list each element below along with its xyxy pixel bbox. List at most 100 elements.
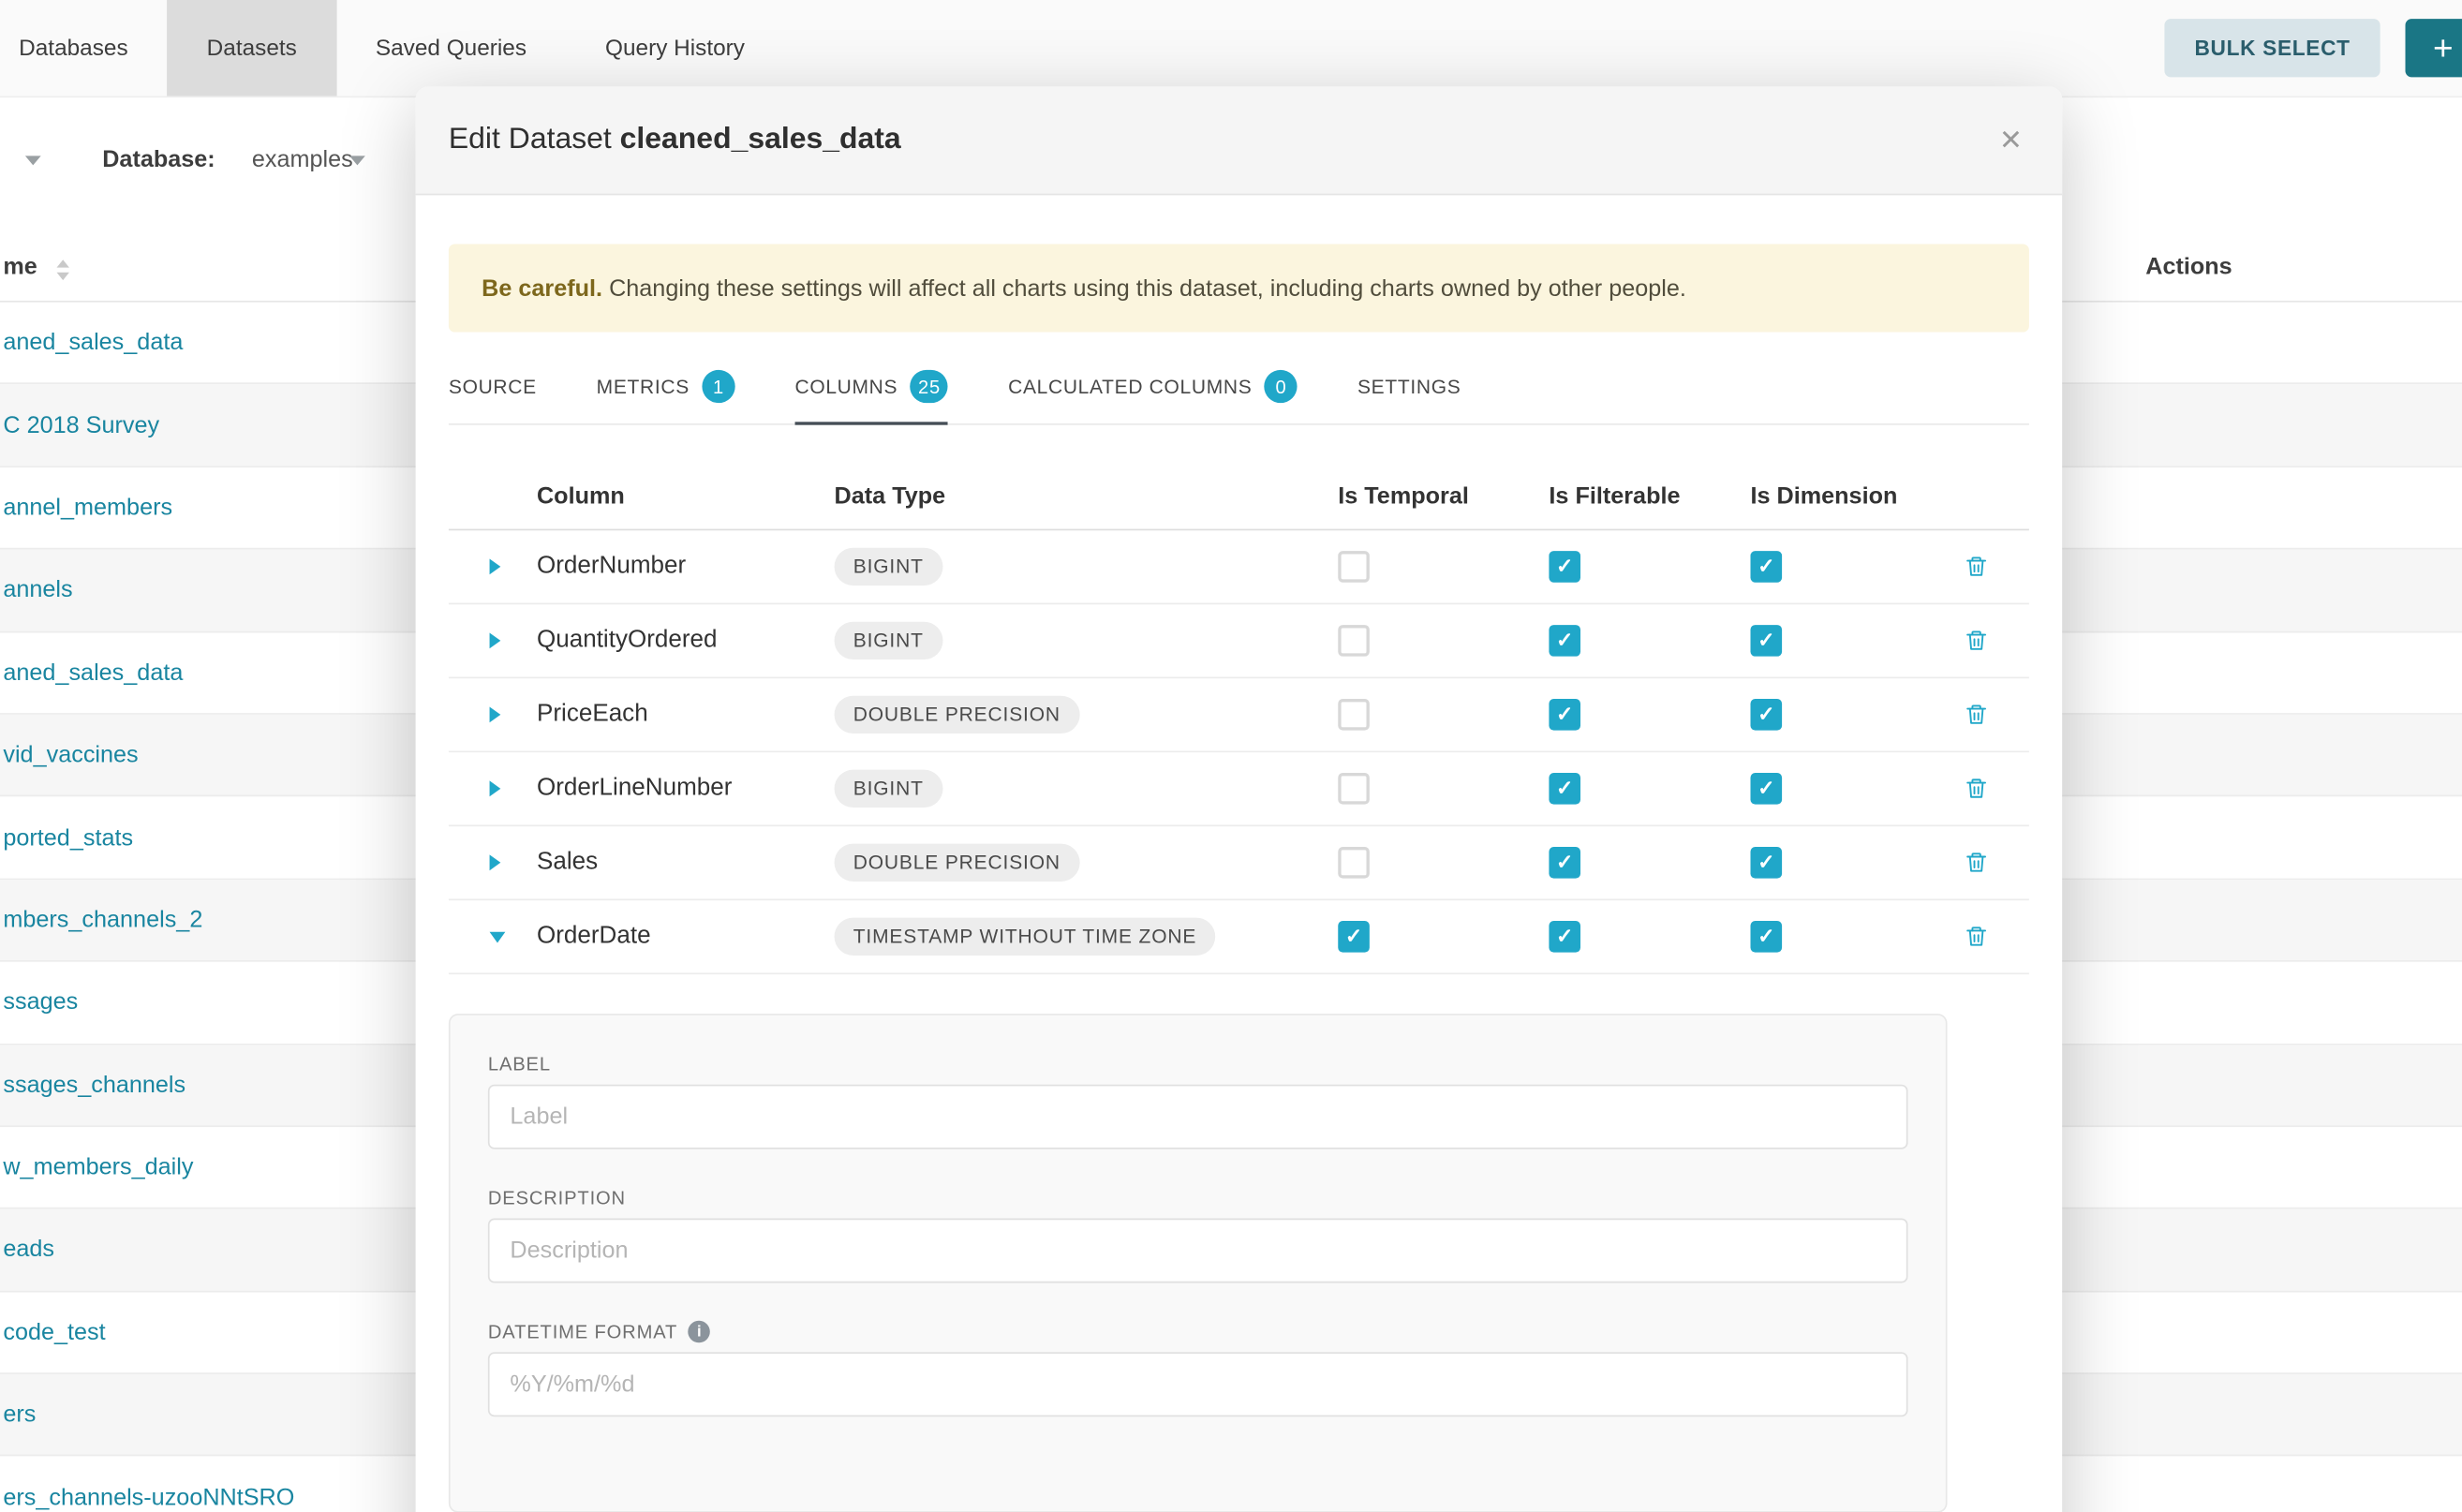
columns-table-header: Column Data Type Is Temporal Is Filterab… — [449, 463, 2029, 530]
close-icon[interactable]: ✕ — [1993, 117, 2029, 163]
is-filterable-checkbox[interactable]: ✓ — [1549, 625, 1580, 657]
data-type-pill: BIGINT — [835, 622, 942, 660]
top-nav: DatabasesDatasetsSaved QueriesQuery Hist… — [0, 0, 2462, 97]
dataset-link[interactable]: C 2018 Survey — [3, 412, 159, 439]
data-type-pill: DOUBLE PRECISION — [835, 844, 1080, 882]
columns-table: Column Data Type Is Temporal Is Filterab… — [449, 463, 2029, 974]
database-filter-label: Database: — [102, 146, 215, 173]
dataset-link[interactable]: ssages — [3, 989, 78, 1016]
delete-column-icon[interactable] — [1965, 924, 1988, 949]
dataset-link[interactable]: ported_stats — [3, 824, 133, 852]
expand-caret-icon[interactable] — [490, 632, 501, 648]
is-filterable-checkbox[interactable]: ✓ — [1549, 699, 1580, 731]
sort-icons[interactable] — [56, 259, 68, 280]
delete-column-icon[interactable] — [1965, 628, 1988, 653]
is-temporal-checkbox[interactable] — [1338, 625, 1370, 657]
nav-item-datasets[interactable]: Datasets — [168, 0, 336, 96]
is-temporal-checkbox[interactable] — [1338, 773, 1370, 805]
data-type-header: Data Type — [835, 482, 1329, 510]
label-input[interactable] — [488, 1085, 1908, 1149]
actions-column-header: Actions — [2145, 254, 2232, 281]
column-name: PriceEach — [537, 701, 835, 729]
description-input[interactable] — [488, 1219, 1908, 1283]
add-dataset-button[interactable]: + — [2405, 19, 2461, 77]
collapse-caret-icon[interactable] — [490, 931, 506, 942]
tab-metrics[interactable]: METRICS1 — [597, 354, 735, 423]
is-temporal-checkbox[interactable] — [1338, 699, 1370, 731]
expand-caret-icon[interactable] — [490, 559, 501, 575]
datetime-format-label-text: DATETIME FORMAT — [488, 1321, 677, 1343]
dataset-link[interactable]: eads — [3, 1237, 54, 1264]
is-dimension-checkbox[interactable]: ✓ — [1750, 921, 1782, 953]
datetime-format-input[interactable] — [488, 1352, 1908, 1416]
warning-bold: Be careful. — [482, 274, 602, 302]
nav-actions: BULK SELECT + — [2165, 19, 2462, 77]
tab-columns[interactable]: COLUMNS25 — [794, 354, 948, 423]
dataset-link[interactable]: annels — [3, 577, 72, 604]
info-icon[interactable]: i — [689, 1321, 711, 1343]
bulk-select-button[interactable]: BULK SELECT — [2165, 19, 2380, 77]
dataset-link[interactable]: annel_members — [3, 495, 172, 522]
nav-item-query-history[interactable]: Query History — [566, 0, 784, 96]
data-type-pill: TIMESTAMP WITHOUT TIME ZONE — [835, 918, 1216, 956]
data-type-pill: BIGINT — [835, 548, 942, 586]
is-temporal-checkbox[interactable] — [1338, 847, 1370, 879]
column-row: OrderLineNumberBIGINT✓✓ — [449, 752, 2029, 826]
dataset-link[interactable]: ssages_channels — [3, 1072, 185, 1099]
tab-settings[interactable]: SETTINGS — [1357, 354, 1461, 423]
dataset-link[interactable]: code_test — [3, 1319, 105, 1346]
nav-items: DatabasesDatasetsSaved QueriesQuery Hist… — [0, 0, 784, 96]
delete-column-icon[interactable] — [1965, 850, 1988, 875]
nav-item-saved-queries[interactable]: Saved Queries — [336, 0, 566, 96]
tab-calculated-columns[interactable]: CALCULATED COLUMNS0 — [1008, 354, 1298, 423]
tab-count-badge: 0 — [1265, 370, 1298, 403]
dataset-link[interactable]: ers — [3, 1401, 36, 1429]
column-row: PriceEachDOUBLE PRECISION✓✓ — [449, 678, 2029, 752]
is-filterable-checkbox[interactable]: ✓ — [1549, 551, 1580, 583]
dataset-link[interactable]: aned_sales_data — [3, 660, 183, 687]
is-filterable-checkbox[interactable]: ✓ — [1549, 773, 1580, 805]
column-row: SalesDOUBLE PRECISION✓✓ — [449, 826, 2029, 900]
nav-item-databases[interactable]: Databases — [0, 0, 168, 96]
is-dimension-checkbox[interactable]: ✓ — [1750, 699, 1782, 731]
expand-caret-icon[interactable] — [490, 854, 501, 870]
dataset-link[interactable]: vid_vaccines — [3, 742, 138, 769]
is-dimension-checkbox[interactable]: ✓ — [1750, 773, 1782, 805]
is-dimension-checkbox[interactable]: ✓ — [1750, 847, 1782, 879]
database-filter-value[interactable]: examples — [252, 146, 353, 173]
expand-caret-icon[interactable] — [490, 706, 501, 722]
delete-column-icon[interactable] — [1965, 554, 1988, 579]
is-temporal-checkbox[interactable] — [1338, 551, 1370, 583]
name-column-header[interactable]: me — [3, 254, 37, 281]
description-field-label: DESCRIPTION — [488, 1187, 1908, 1209]
column-row: OrderDateTIMESTAMP WITHOUT TIME ZONE✓✓✓ — [449, 900, 2029, 974]
delete-column-icon[interactable] — [1965, 702, 1988, 727]
warning-text: Changing these settings will affect all … — [609, 274, 1686, 302]
is-dimension-header: Is Dimension — [1741, 482, 1942, 510]
is-dimension-checkbox[interactable]: ✓ — [1750, 625, 1782, 657]
is-filterable-checkbox[interactable]: ✓ — [1549, 847, 1580, 879]
dataset-link[interactable]: ers_channels-uzooNNtSRO — [3, 1484, 294, 1511]
dataset-link[interactable]: aned_sales_data — [3, 329, 183, 356]
is-filterable-checkbox[interactable]: ✓ — [1549, 921, 1580, 953]
expand-caret-icon[interactable] — [490, 780, 501, 796]
chevron-down-icon[interactable] — [25, 156, 41, 165]
tab-source[interactable]: SOURCE — [449, 354, 537, 423]
datetime-format-field-label: DATETIME FORMAT i — [488, 1321, 1908, 1343]
app-canvas: DatabasesDatasetsSaved QueriesQuery Hist… — [0, 0, 2462, 1512]
screenshot-stage: DatabasesDatasetsSaved QueriesQuery Hist… — [0, 0, 2462, 1512]
tab-label: SETTINGS — [1357, 376, 1461, 398]
chevron-down-icon[interactable] — [349, 156, 365, 165]
tab-label: METRICS — [597, 376, 690, 398]
sort-up-icon — [56, 259, 68, 267]
is-temporal-checkbox[interactable]: ✓ — [1338, 921, 1370, 953]
tab-count-badge: 25 — [911, 370, 949, 403]
dataset-link[interactable]: w_members_daily — [3, 1154, 193, 1181]
modal-dataset-name: cleaned_sales_data — [620, 123, 901, 156]
sort-down-icon — [56, 273, 68, 280]
is-dimension-checkbox[interactable]: ✓ — [1750, 551, 1782, 583]
column-row: OrderNumberBIGINT✓✓ — [449, 530, 2029, 604]
is-filterable-header: Is Filterable — [1539, 482, 1741, 510]
dataset-link[interactable]: mbers_channels_2 — [3, 907, 202, 934]
delete-column-icon[interactable] — [1965, 776, 1988, 801]
